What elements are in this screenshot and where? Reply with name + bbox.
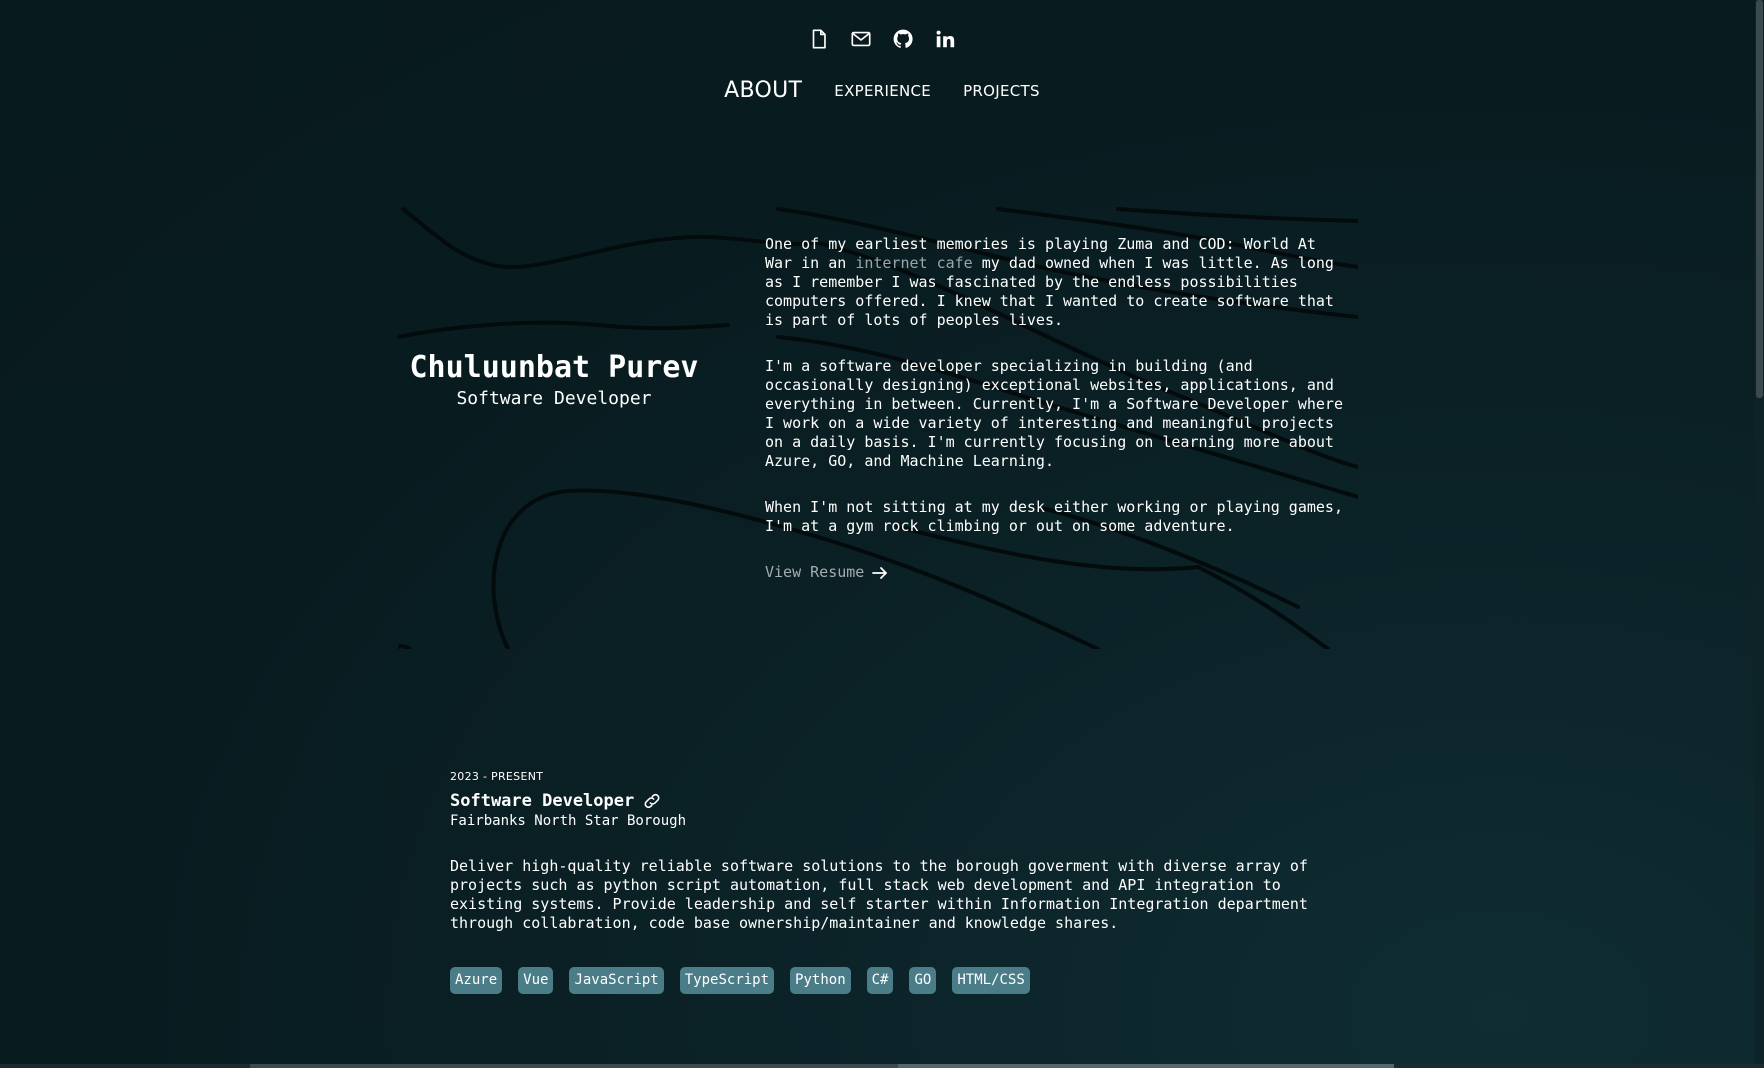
experience-org: Fairbanks North Star Borough <box>450 813 687 829</box>
vertical-scrollbar-thumb[interactable] <box>1756 0 1763 398</box>
link-icon <box>644 793 660 809</box>
tag-javascript: JavaScript <box>569 967 664 994</box>
experience-title: Software Developer <box>450 791 635 811</box>
document-icon[interactable] <box>808 28 830 50</box>
github-icon[interactable] <box>892 28 914 50</box>
view-resume-label: View Resume <box>765 563 865 581</box>
experience-card: 2023 - PRESENT Software Developer Fairba… <box>450 770 1310 994</box>
nav-projects[interactable]: PROJECTS <box>963 82 1040 100</box>
nav-experience[interactable]: EXPERIENCE <box>834 82 931 100</box>
hero-section: Chuluunbat Purev Software Developer One … <box>398 207 1358 649</box>
bio-paragraph-2: I'm a software developer specializing in… <box>765 357 1343 470</box>
tech-tags: Azure Vue JavaScript TypeScript Python C… <box>450 967 1310 994</box>
bio-paragraph-1: One of my earliest memories is playing Z… <box>765 235 1345 330</box>
social-links <box>0 28 1764 50</box>
horizontal-scrollbar-segment <box>250 1064 898 1068</box>
tag-csharp: C# <box>866 967 894 994</box>
tag-go: GO <box>909 967 937 994</box>
horizontal-scrollbar-thumb[interactable] <box>898 1064 1394 1068</box>
experience-date: 2023 - PRESENT <box>450 770 544 783</box>
main-nav: ABOUT EXPERIENCE PROJECTS <box>0 78 1764 103</box>
person-role: Software Developer <box>456 388 652 409</box>
tag-typescript: TypeScript <box>679 967 775 994</box>
linkedin-icon[interactable] <box>934 28 956 50</box>
internet-cafe-link[interactable]: internet cafe <box>855 254 972 272</box>
arrow-right-icon <box>872 566 888 579</box>
horizontal-scrollbar[interactable] <box>0 1064 1764 1068</box>
tag-azure: Azure <box>450 967 503 994</box>
nav-about[interactable]: ABOUT <box>724 78 802 103</box>
bio-paragraph-3: When I'm not sitting at my desk either w… <box>765 498 1343 535</box>
person-name: Chuluunbat Purev <box>409 350 699 385</box>
mail-icon[interactable] <box>850 28 872 50</box>
name-block: Chuluunbat Purev Software Developer <box>398 350 710 409</box>
experience-description: Deliver high-quality reliable software s… <box>450 857 1308 932</box>
tag-vue: Vue <box>518 967 554 994</box>
experience-title-link[interactable]: Software Developer <box>450 791 1310 811</box>
vertical-scrollbar[interactable] <box>1755 0 1764 1068</box>
bio: One of my earliest memories is playing Z… <box>765 235 1345 582</box>
tag-python: Python <box>790 967 851 994</box>
tag-html-css: HTML/CSS <box>952 967 1030 994</box>
view-resume-link[interactable]: View Resume <box>765 563 888 582</box>
